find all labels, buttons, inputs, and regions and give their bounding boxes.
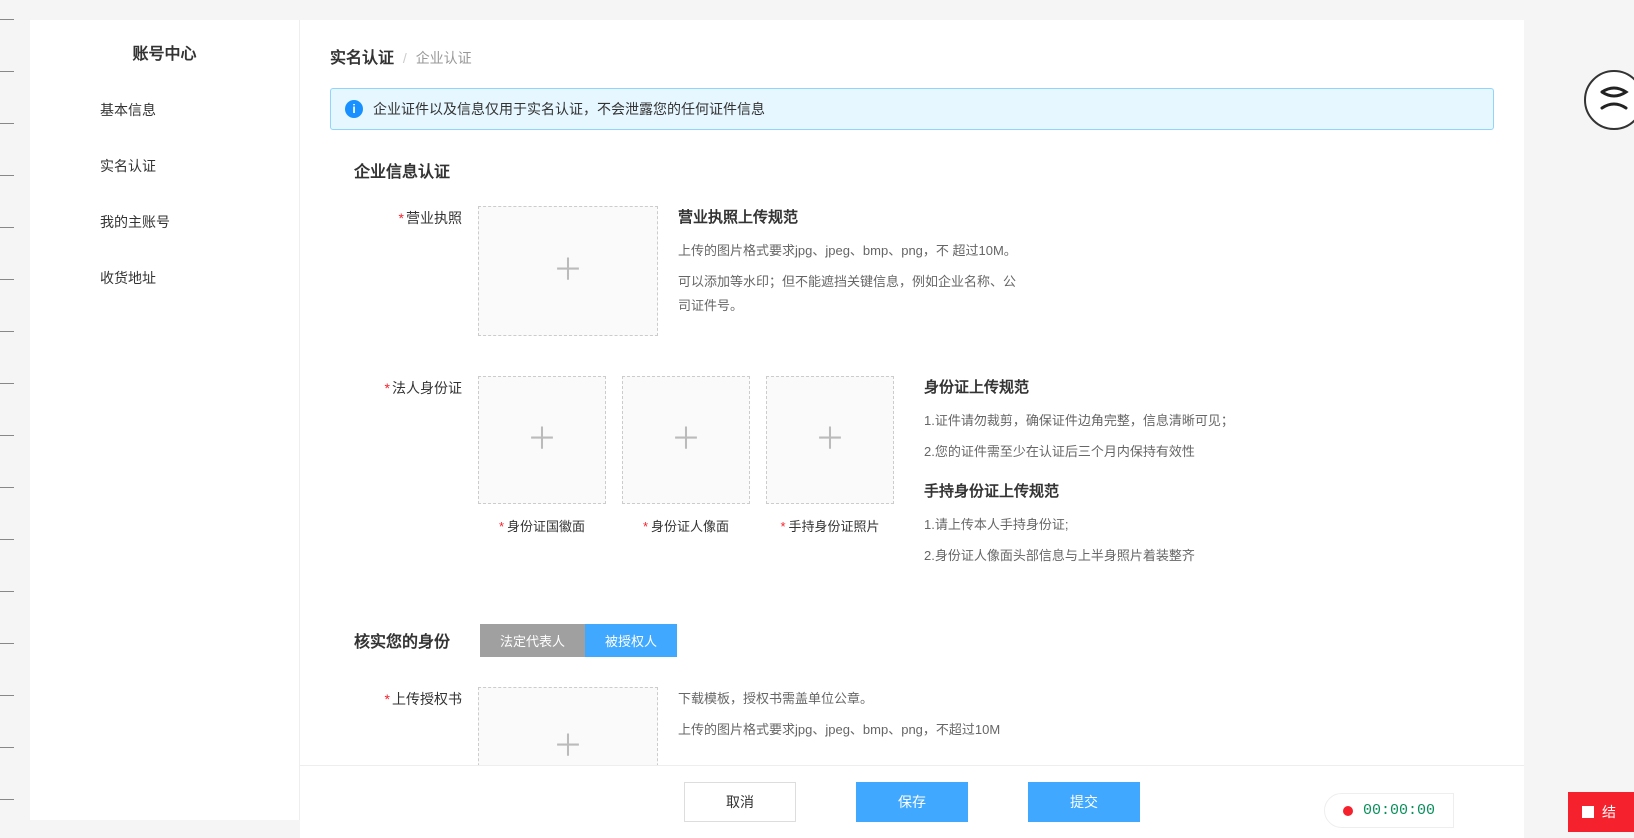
sidebar: 账号中心 基本信息 实名认证 我的主账号 收货地址 xyxy=(30,20,300,820)
caption-id-emblem: *身份证国徽面 xyxy=(499,516,585,535)
left-edge-marks xyxy=(0,0,20,838)
label-id-card: *法人身份证 xyxy=(354,376,478,398)
tab-authorized[interactable]: 被授权人 xyxy=(585,624,677,657)
plus-icon: ＋ xyxy=(527,425,557,455)
alert-text: 企业证件以及信息仅用于实名认证，不会泄露您的任何证件信息 xyxy=(373,99,765,119)
hint-text: 下载模板，授权书需盖单位公章。 xyxy=(678,687,1000,710)
breadcrumb-sep: / xyxy=(403,50,407,66)
breadcrumb: 实名认证 / 企业认证 xyxy=(330,44,1494,68)
main-content: 实名认证 / 企业认证 i 企业证件以及信息仅用于实名认证，不会泄露您的任何证件… xyxy=(300,20,1524,838)
hints-id-card: 身份证上传规范 1.证件请勿裁剪，确保证件边角完整，信息清晰可见； 2.您的证件… xyxy=(924,376,1234,584)
hint-text: 1.请上传本人手持身份证; xyxy=(924,513,1234,536)
plus-icon: ＋ xyxy=(815,425,845,455)
sidebar-item-basic-info[interactable]: 基本信息 xyxy=(30,82,299,138)
sidebar-title: 账号中心 xyxy=(30,20,299,82)
upload-item-id-emblem: ＋ *身份证国徽面 xyxy=(478,376,606,535)
upload-item-id-portrait: ＋ *身份证人像面 xyxy=(622,376,750,535)
section-title-company-auth: 企业信息认证 xyxy=(354,158,1494,182)
hints-title: 手持身份证上传规范 xyxy=(924,480,1234,501)
sidebar-item-main-account[interactable]: 我的主账号 xyxy=(30,194,299,250)
id-uploads-group: ＋ *身份证国徽面 ＋ *身份证人像面 ＋ *手持身份证照片 xyxy=(478,376,894,535)
hints-title: 身份证上传规范 xyxy=(924,376,1234,397)
hint-text: 2.您的证件需至少在认证后三个月内保持有效性 xyxy=(924,440,1234,463)
stop-recording-button[interactable]: 结 xyxy=(1568,792,1634,832)
section-identity-verify-header: 核实您的身份 法定代表人 被授权人 xyxy=(354,624,1494,657)
hint-text: 上传的图片格式要求jpg、jpeg、bmp、png，不超过10M xyxy=(678,718,1000,741)
sidebar-item-real-name-auth[interactable]: 实名认证 xyxy=(30,138,299,194)
upload-id-portrait[interactable]: ＋ xyxy=(622,376,750,504)
upload-business-license[interactable]: ＋ xyxy=(478,206,658,336)
timer-value: 00:00:00 xyxy=(1363,802,1435,819)
upload-item-id-holding: ＋ *手持身份证照片 xyxy=(766,376,894,535)
row-business-license: *营业执照 ＋ 营业执照上传规范 上传的图片格式要求jpg、jpeg、bmp、p… xyxy=(354,206,1494,336)
save-button[interactable]: 保存 xyxy=(856,782,968,822)
stop-label: 结 xyxy=(1602,802,1616,822)
breadcrumb-sub: 企业认证 xyxy=(416,50,472,66)
info-icon: i xyxy=(345,100,363,118)
breadcrumb-main: 实名认证 xyxy=(330,50,394,67)
hints-title: 营业执照上传规范 xyxy=(678,206,1018,227)
hint-text: 上传的图片格式要求jpg、jpeg、bmp、png，不 超过10M。 xyxy=(678,239,1018,262)
plus-icon: ＋ xyxy=(671,425,701,455)
row-id-card: *法人身份证 ＋ *身份证国徽面 ＋ *身份证人像面 ＋ *手持身份证照片 身份… xyxy=(354,376,1494,584)
label-authorization-letter: *上传授权书 xyxy=(354,687,478,709)
sidebar-item-address[interactable]: 收货地址 xyxy=(30,250,299,306)
tab-legal-rep[interactable]: 法定代表人 xyxy=(480,624,585,657)
hints-business-license: 营业执照上传规范 上传的图片格式要求jpg、jpeg、bmp、png，不 超过1… xyxy=(678,206,1018,325)
hint-text: 1.证件请勿裁剪，确保证件边角完整，信息清晰可见； xyxy=(924,409,1234,432)
plus-icon: ＋ xyxy=(553,732,583,762)
info-alert: i 企业证件以及信息仅用于实名认证，不会泄露您的任何证件信息 xyxy=(330,88,1494,130)
stop-icon xyxy=(1582,806,1594,818)
caption-id-holding: *手持身份证照片 xyxy=(780,516,879,535)
recording-timer: 00:00:00 xyxy=(1324,793,1454,828)
identity-tabs: 法定代表人 被授权人 xyxy=(480,624,677,657)
record-dot-icon xyxy=(1343,806,1353,816)
caption-id-portrait: *身份证人像面 xyxy=(643,516,729,535)
label-business-license: *营业执照 xyxy=(354,206,478,228)
plus-icon: ＋ xyxy=(553,256,583,286)
upload-id-holding[interactable]: ＋ xyxy=(766,376,894,504)
floating-badge-icon[interactable] xyxy=(1584,70,1634,130)
hints-authorization-letter: 下载模板，授权书需盖单位公章。 上传的图片格式要求jpg、jpeg、bmp、pn… xyxy=(678,687,1000,750)
upload-id-emblem[interactable]: ＋ xyxy=(478,376,606,504)
section-title-identity: 核实您的身份 xyxy=(354,628,450,652)
hint-text: 2.身份证人像面头部信息与上半身照片着装整齐 xyxy=(924,544,1234,567)
submit-button[interactable]: 提交 xyxy=(1028,782,1140,822)
cancel-button[interactable]: 取消 xyxy=(684,782,796,822)
hint-text: 可以添加等水印；但不能遮挡关键信息，例如企业名称、公司证件号。 xyxy=(678,270,1018,317)
